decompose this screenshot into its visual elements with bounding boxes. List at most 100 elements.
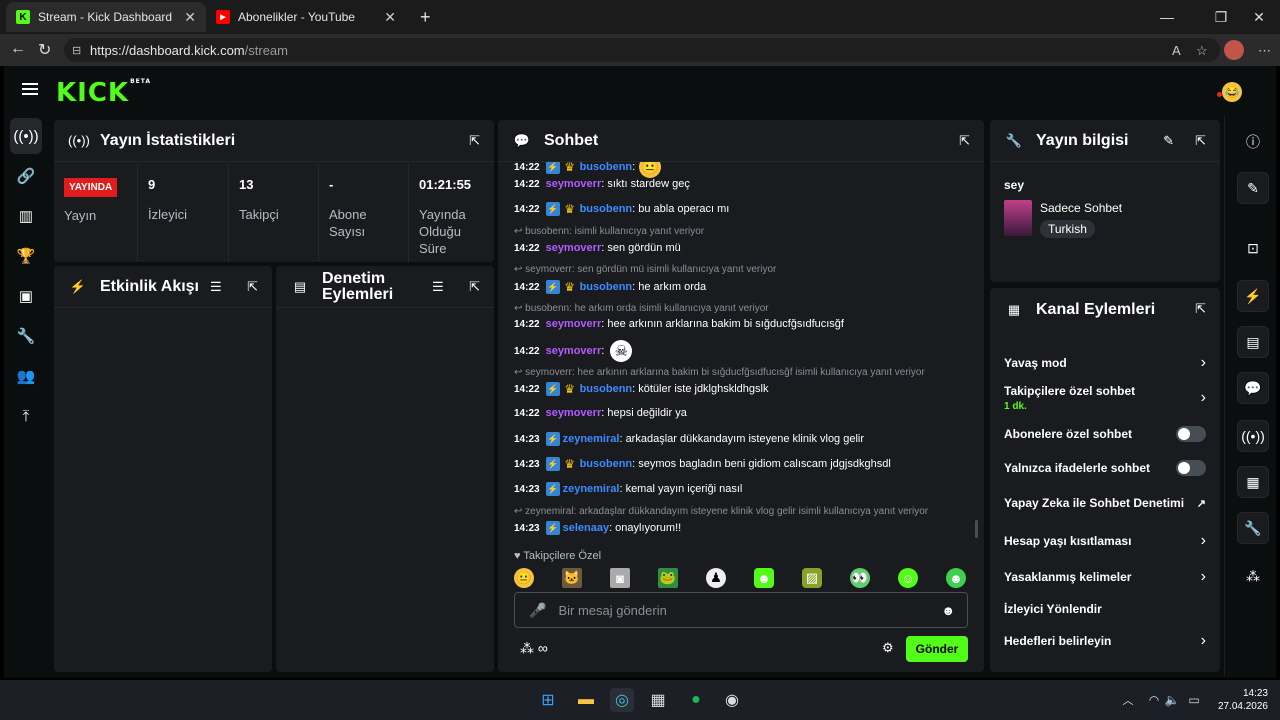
analytics-nav-icon[interactable]: ▥ [10, 198, 42, 234]
reply-context[interactable]: ↩ busobenn: isimli kullanıcıya yanıt ver… [514, 226, 704, 237]
edge-browser-icon[interactable]: ◎ [610, 688, 634, 712]
user-avatar[interactable]: 😂 [1222, 82, 1242, 102]
upload-nav-icon[interactable]: ⤒ [10, 398, 42, 434]
edit-pencil-icon[interactable]: ✎ [1163, 133, 1174, 149]
profile-avatar-icon[interactable] [1224, 40, 1244, 60]
reply-context[interactable]: ↩ zeynemiral: arkadaşlar dükkandayım ist… [514, 506, 928, 517]
edit-layout-pencil-icon[interactable]: ✎ [1237, 172, 1269, 204]
followers-only-chat-row[interactable]: Takipçilere özel sohbet 1 dk. › [1004, 384, 1206, 412]
channel-actions-icon[interactable]: ▦ [1237, 466, 1269, 498]
popout-icon[interactable]: ⇱ [1195, 301, 1206, 317]
emote-pepe-icon[interactable]: 🐸 [658, 568, 678, 588]
chat-message-input[interactable]: 🎤 Bir mesaj gönderin ☻ [514, 592, 968, 628]
emote-box-icon[interactable]: ▨ [802, 568, 822, 588]
close-tab-icon[interactable]: ✕ [384, 9, 396, 26]
emote-photo-icon[interactable]: ◙ [610, 568, 630, 588]
emote-smile-icon[interactable]: 😐 [514, 568, 534, 588]
chat-messages[interactable]: 14:22 ⚡ ♛ busobenn: 😐 14:22 seymoverr: sıktı… [498, 162, 984, 547]
filter-icon[interactable]: ☰ [432, 279, 444, 295]
emoji-picker-icon[interactable]: ☻ [941, 603, 955, 618]
microphone-icon[interactable]: 🎤 [529, 602, 546, 619]
chat-username[interactable]: busobenn [580, 383, 633, 395]
popout-icon[interactable]: ⇱ [1195, 133, 1206, 149]
taskbar-clock[interactable]: 14:23 27.04.2026 [1218, 687, 1268, 713]
chat-scrollbar[interactable] [975, 520, 978, 538]
emote-eyes-icon[interactable]: 👀 [850, 568, 870, 588]
battery-icon[interactable]: ▭ [1182, 688, 1206, 712]
chat-username[interactable]: seymoverr [546, 242, 602, 254]
spotify-icon[interactable]: ● [684, 688, 708, 712]
reply-context[interactable]: ↩ busobenn: he arkım orda isimli kullanı… [514, 303, 769, 314]
banned-words-row[interactable]: Yasaklanmış kelimeler › [1004, 568, 1206, 586]
kick-logo[interactable]: KICKBETA [56, 78, 151, 108]
chat-username[interactable]: seymoverr [546, 178, 602, 190]
link-nav-icon[interactable]: 🔗 [10, 158, 42, 194]
video-nav-icon[interactable]: ▣ [10, 278, 42, 314]
popout-icon[interactable]: ⇱ [959, 133, 970, 149]
new-tab-button[interactable]: + [410, 2, 440, 32]
chat-username[interactable]: busobenn [580, 203, 633, 215]
read-aloud-icon[interactable]: A [1172, 43, 1181, 58]
activity-lightning-icon[interactable]: ⚡ [1237, 280, 1269, 312]
redirect-viewers-row[interactable]: İzleyici Yönlendir [1004, 602, 1206, 616]
stream-nav-icon[interactable]: ((•)) [10, 118, 42, 154]
moderation-document-icon[interactable]: ▤ [1237, 326, 1269, 358]
chat-settings-gear-icon[interactable]: ⚙ [882, 640, 894, 656]
emote-green-face-icon[interactable]: ☻ [754, 568, 774, 588]
popout-icon[interactable]: ⇱ [469, 279, 480, 295]
screenshot-icon[interactable]: ⊡ [1237, 232, 1269, 264]
users-nav-icon[interactable]: 👥 [10, 358, 42, 394]
chat-username[interactable]: busobenn [580, 281, 633, 293]
broadcast-icon[interactable]: ((•)) [1237, 420, 1269, 452]
info-icon[interactable]: ⓘ [1237, 126, 1269, 158]
set-goals-row[interactable]: Hedefleri belirleyin › [1004, 632, 1206, 650]
windows-start-icon[interactable]: ⊞ [536, 688, 560, 712]
chat-username[interactable]: seymoverr [546, 407, 602, 419]
tab-youtube-subscriptions[interactable]: ▶ Abonelikler - YouTube ✕ [206, 2, 406, 32]
close-window-icon[interactable]: ✕ [1236, 0, 1280, 34]
chat-username[interactable]: seymoverr [546, 345, 602, 357]
subscribers-only-toggle[interactable] [1176, 426, 1206, 442]
emotes-only-toggle[interactable] [1176, 460, 1206, 476]
filter-icon[interactable]: ☰ [210, 279, 222, 295]
microsoft-store-icon[interactable]: ▦ [646, 688, 670, 712]
emote-cat-icon[interactable]: 🐱 [562, 568, 582, 588]
chat-username[interactable]: selenaay [563, 522, 609, 534]
back-icon[interactable]: ← [10, 40, 26, 58]
kick-points-infinity-icon[interactable]: ⁂ ∞ [520, 640, 548, 657]
kick-points-icon[interactable]: ⁂ [1237, 560, 1269, 592]
emote-grin-icon[interactable]: ☺ [898, 568, 918, 588]
chat-bubble-icon[interactable]: 💬 [1237, 372, 1269, 404]
wrench-nav-icon[interactable]: 🔧 [10, 318, 42, 354]
menu-icon[interactable] [22, 83, 38, 95]
reload-icon[interactable]: ↻ [38, 40, 51, 60]
url-input[interactable]: ⊟ https://dashboard.kick.com/stream [64, 38, 1220, 62]
popout-icon[interactable]: ⇱ [469, 133, 480, 149]
volume-icon[interactable]: 🔈 [1160, 688, 1184, 712]
reply-context[interactable]: ↩ seymoverr: sen gördün mü isimli kullan… [514, 264, 776, 275]
show-hidden-icons-icon[interactable]: ︿ [1116, 688, 1140, 712]
emote-ghost-icon[interactable]: ♟ [706, 568, 726, 588]
ai-moderation-row[interactable]: Yapay Zeka ile Sohbet Denetimi ↗ [1004, 496, 1206, 510]
more-menu-icon[interactable]: ⋯ [1258, 43, 1271, 59]
trophy-nav-icon[interactable]: 🏆 [10, 238, 42, 274]
site-info-icon[interactable]: ⊟ [72, 44, 81, 57]
popout-icon[interactable]: ⇱ [247, 279, 258, 295]
minimize-icon[interactable]: — [1144, 0, 1190, 34]
chat-username[interactable]: busobenn [580, 458, 633, 470]
send-button[interactable]: Gönder [906, 636, 968, 662]
wrench-icon[interactable]: 🔧 [1237, 512, 1269, 544]
favorite-star-icon[interactable]: ☆ [1196, 43, 1208, 59]
emote-blob-icon[interactable]: ☻ [946, 568, 966, 588]
category-name[interactable]: Sadece Sohbet [1040, 201, 1122, 215]
account-age-row[interactable]: Hesap yaşı kısıtlaması › [1004, 532, 1206, 550]
obs-studio-icon[interactable]: ◉ [720, 688, 744, 712]
slow-mode-row[interactable]: Yavaş mod › [1004, 354, 1206, 372]
reply-context[interactable]: ↩ seymoverr: hee arkının arklarına bakim… [514, 367, 925, 378]
chat-username[interactable]: zeynemiral [563, 433, 620, 445]
file-explorer-icon[interactable]: ▬ [574, 688, 598, 712]
chat-username[interactable]: seymoverr [546, 318, 602, 330]
chat-username[interactable]: zeynemiral [563, 483, 620, 495]
tab-kick-dashboard[interactable]: K Stream - Kick Dashboard ✕ [6, 2, 206, 32]
close-tab-icon[interactable]: ✕ [184, 9, 196, 26]
